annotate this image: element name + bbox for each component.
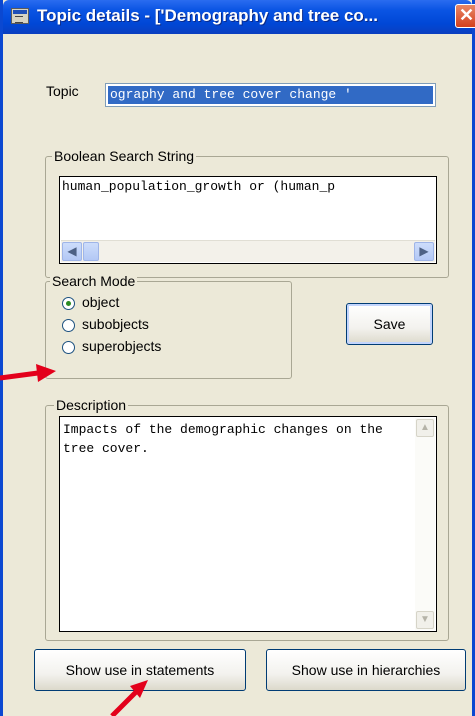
description-value: Impacts of the demographic changes on th… — [63, 422, 383, 456]
scroll-left-icon[interactable]: ◀ — [62, 242, 82, 261]
window-title: Topic details - ['Demography and tree co… — [37, 6, 378, 25]
boolean-search-hscrollbar[interactable]: ◀ ▶ — [61, 240, 435, 262]
search-mode-legend: Search Mode — [50, 273, 138, 289]
topic-input-value: ography and tree cover change ' — [108, 86, 433, 104]
annotation-arrow-description-icon — [0, 364, 56, 382]
radio-object-label: object — [82, 294, 120, 310]
annotation-arrow-statements-icon — [110, 680, 148, 716]
show-use-in-hierarchies-button[interactable]: Show use in hierarchies — [266, 649, 466, 691]
close-button[interactable]: ✕ — [455, 4, 475, 28]
title-bar[interactable]: Topic details - ['Demography and tree co… — [3, 0, 475, 34]
radio-subobjects-icon[interactable] — [62, 319, 75, 332]
topic-input[interactable]: ography and tree cover change ' — [105, 83, 436, 107]
app-window-icon — [11, 8, 29, 24]
save-button[interactable]: Save — [346, 303, 433, 345]
boolean-search-input[interactable]: human_population_growth or (human_p ◀ ▶ — [59, 176, 437, 264]
scroll-thumb[interactable] — [83, 242, 99, 261]
boolean-search-legend: Boolean Search String — [52, 148, 197, 164]
radio-superobjects-icon[interactable] — [62, 341, 75, 354]
radio-superobjects-label: superobjects — [82, 338, 162, 354]
topic-label: Topic — [46, 83, 79, 99]
radio-object-icon[interactable] — [62, 297, 75, 310]
scroll-right-icon[interactable]: ▶ — [414, 242, 434, 261]
scroll-up-icon[interactable]: ▲ — [416, 419, 434, 437]
radio-subobjects-label: subobjects — [82, 316, 149, 332]
description-textarea[interactable]: Impacts of the demographic changes on th… — [59, 416, 437, 632]
scroll-down-icon[interactable]: ▼ — [416, 611, 434, 629]
description-vscrollbar[interactable]: ▲ ▼ — [415, 418, 435, 630]
boolean-search-value: human_population_growth or (human_p — [62, 179, 336, 194]
description-legend: Description — [54, 397, 129, 413]
